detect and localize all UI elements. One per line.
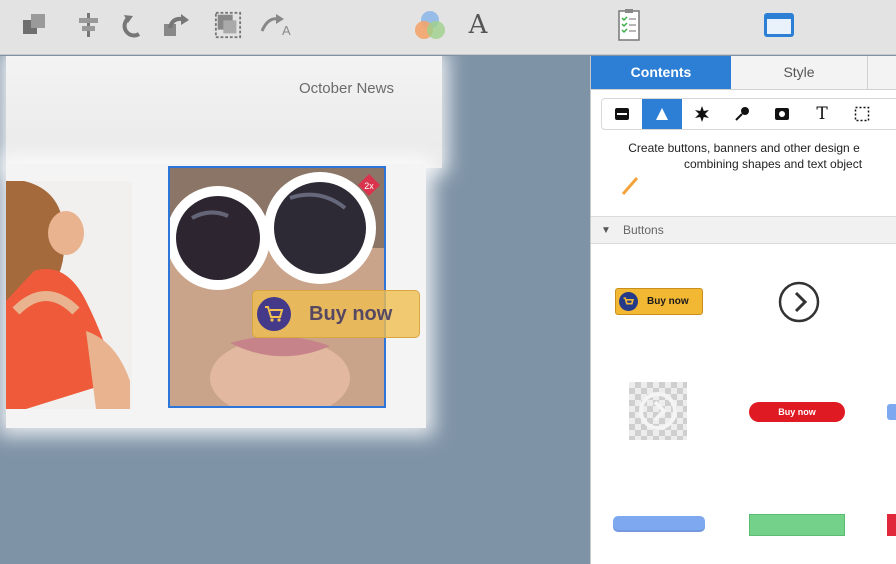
- section-title: Buttons: [623, 223, 664, 237]
- shopping-cart-icon: [257, 297, 291, 331]
- photo-woman-red-dress[interactable]: [6, 181, 132, 409]
- resize-icon[interactable]: [214, 11, 242, 39]
- banner-text: October News: [298, 80, 394, 97]
- gallery-blue-partial-button[interactable]: [887, 404, 896, 420]
- category-description: Create buttons, banners and other design…: [591, 140, 896, 172]
- gallery-green-button[interactable]: [749, 514, 845, 536]
- gallery-buy-now-yellow-button[interactable]: Buy now: [615, 288, 703, 315]
- badge-label: 2x: [364, 181, 374, 191]
- text-glyph: T: [816, 104, 828, 124]
- tab-contents[interactable]: Contents: [591, 56, 731, 89]
- description-line-2: combining shapes and text object: [683, 157, 863, 171]
- section-header-buttons[interactable]: ▼ Buttons: [591, 216, 896, 244]
- arrange-icon[interactable]: [20, 11, 48, 39]
- gallery-red-partial-button[interactable]: [887, 514, 896, 536]
- inspector-panel: Contents Style T Create buttons, banners…: [590, 56, 896, 564]
- yellow-button-label: Buy now: [647, 296, 689, 307]
- description-line-1: Create buttons, banners and other design…: [628, 141, 860, 155]
- text-icon[interactable]: T: [802, 99, 842, 129]
- shape-category-bar: T: [601, 98, 896, 130]
- pencil-icon: [621, 177, 639, 195]
- disclosure-triangle-icon[interactable]: ▼: [601, 225, 611, 236]
- buy-now-overlay-button[interactable]: Buy now: [252, 290, 420, 338]
- retina-badge: 2x: [358, 174, 380, 196]
- undo-icon[interactable]: [120, 11, 148, 39]
- pin-icon[interactable]: [722, 99, 762, 129]
- toolbar: A A: [0, 0, 896, 55]
- gallery-transparent-arrow-button[interactable]: [629, 382, 687, 440]
- gallery-blue-button[interactable]: [613, 516, 705, 532]
- triangle-icon[interactable]: [642, 99, 682, 129]
- redo-icon[interactable]: [162, 11, 190, 39]
- design-canvas[interactable]: October News 2x Buy now: [0, 56, 590, 564]
- checklist-icon[interactable]: [616, 8, 642, 42]
- align-icon[interactable]: [74, 11, 102, 39]
- gallery-arrow-circle-button[interactable]: [777, 280, 821, 324]
- burst-icon[interactable]: [682, 99, 722, 129]
- video-icon[interactable]: [762, 99, 802, 129]
- font-icon[interactable]: A: [464, 10, 492, 40]
- panel-tabs: Contents Style: [591, 56, 896, 90]
- overlay-button-label: Buy now: [309, 302, 393, 325]
- selection-icon[interactable]: [842, 99, 882, 129]
- color-icon[interactable]: [412, 8, 448, 42]
- banner-icon[interactable]: [602, 99, 642, 129]
- tab-style[interactable]: Style: [731, 56, 868, 89]
- gallery-buy-now-red-button[interactable]: Buy now: [749, 402, 845, 422]
- panel-icon[interactable]: [762, 10, 796, 40]
- font-glyph: A: [468, 10, 488, 40]
- text-path-glyph: A: [282, 23, 291, 38]
- header-banner[interactable]: October News: [6, 56, 442, 168]
- text-path-icon[interactable]: A: [258, 11, 298, 39]
- shopping-cart-icon: [619, 292, 638, 311]
- photo-sunglasses-selected[interactable]: 2x: [168, 166, 386, 408]
